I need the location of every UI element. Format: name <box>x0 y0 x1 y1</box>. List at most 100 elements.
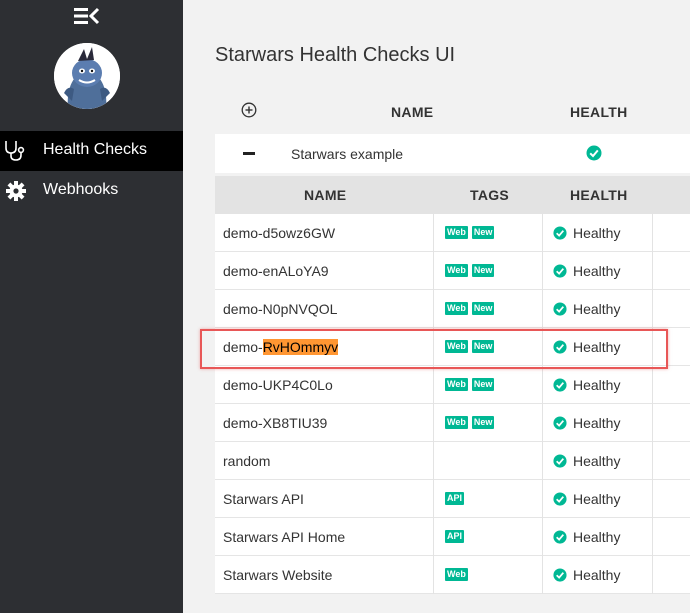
tag-list: Web New <box>445 416 495 429</box>
search-highlight: RvHOmmyv <box>262 339 339 355</box>
tag-badge: Web <box>445 264 468 277</box>
column-divider <box>433 214 434 252</box>
column-divider <box>433 480 434 518</box>
stethoscope-icon <box>3 140 27 162</box>
tag-badge: New <box>471 226 495 239</box>
health-status-label: Healthy <box>573 301 621 317</box>
check-name: demo-XB8TIU39 <box>223 415 328 431</box>
healthy-check-icon <box>553 264 567 278</box>
health-status-label: Healthy <box>573 567 621 583</box>
healthy-check-icon <box>553 568 567 582</box>
tag-list: Web <box>445 568 468 581</box>
table-row[interactable]: demo-RvHOmmyv Web New Healthy <box>215 328 690 366</box>
health-status: Healthy <box>553 263 620 279</box>
tag-badge: Web <box>445 568 468 581</box>
check-name: Starwars API Home <box>223 529 346 545</box>
column-divider <box>433 290 434 328</box>
table-row[interactable]: demo-d5owz6GW Web New Healthy <box>215 214 690 252</box>
avatar <box>54 43 120 109</box>
health-status-label: Healthy <box>573 225 621 241</box>
column-divider <box>433 442 434 480</box>
health-status-label: Healthy <box>573 529 621 545</box>
check-name: demo-enALoYA9 <box>223 263 329 279</box>
tag-badge: New <box>471 302 495 315</box>
check-name: demo-N0pNVQOL <box>223 301 338 317</box>
column-divider <box>652 366 653 404</box>
check-name: Starwars API <box>223 491 304 507</box>
health-status: Healthy <box>553 567 620 583</box>
column-divider <box>542 290 543 328</box>
healthy-check-icon <box>553 416 567 430</box>
table-row[interactable]: demo-XB8TIU39 Web New Healthy <box>215 404 690 442</box>
column-divider <box>542 518 543 556</box>
sidebar-item-webhooks[interactable]: Webhooks <box>0 171 183 211</box>
column-header-name: NAME <box>304 187 347 203</box>
column-divider <box>542 404 543 442</box>
healthy-check-icon <box>586 145 602 161</box>
healthy-check-icon <box>553 340 567 354</box>
column-divider <box>652 518 653 556</box>
column-divider <box>433 328 434 366</box>
collapse-icon[interactable] <box>243 152 255 155</box>
table-row[interactable]: Starwars example <box>215 134 690 173</box>
column-divider <box>652 442 653 480</box>
health-status-label: Healthy <box>573 453 621 469</box>
health-status: Healthy <box>553 491 620 507</box>
column-divider <box>542 480 543 518</box>
sidebar-item-label: Webhooks <box>43 181 119 198</box>
column-divider <box>652 252 653 290</box>
page-title: Starwars Health Checks UI <box>215 44 456 66</box>
column-divider <box>433 556 434 594</box>
table-row[interactable]: demo-enALoYA9 Web New Healthy <box>215 252 690 290</box>
check-name: Starwars Website <box>223 567 333 583</box>
check-name: random <box>223 453 271 469</box>
sidebar: Health Checks Webhooks <box>0 0 183 613</box>
column-divider <box>433 518 434 556</box>
check-name: demo-RvHOmmyv <box>223 339 339 355</box>
health-status-label: Healthy <box>573 339 621 355</box>
column-divider <box>652 480 653 518</box>
table-row[interactable]: Starwars Website Web Healthy <box>215 556 690 594</box>
healthy-check-icon <box>553 454 567 468</box>
sidebar-item-health-checks[interactable]: Health Checks <box>0 131 183 171</box>
table-row[interactable]: demo-UKP4C0Lo Web New Healthy <box>215 366 690 404</box>
healthy-check-icon <box>553 378 567 392</box>
expand-all-icon[interactable] <box>241 102 257 118</box>
tag-badge: Web <box>445 302 468 315</box>
column-divider <box>542 366 543 404</box>
healthy-check-icon <box>553 492 567 506</box>
tag-badge: New <box>471 416 495 429</box>
healthy-check-icon <box>553 530 567 544</box>
tag-list: Web New <box>445 226 495 239</box>
menu-collapse-icon[interactable] <box>74 6 100 26</box>
column-divider <box>542 556 543 594</box>
outer-table-header: NAME HEALTH <box>215 90 690 134</box>
health-status: Healthy <box>553 453 620 469</box>
tag-list: Web New <box>445 378 495 391</box>
health-status-label: Healthy <box>573 415 621 431</box>
table-row[interactable]: demo-N0pNVQOL Web New Healthy <box>215 290 690 328</box>
table-row[interactable]: Starwars API Home API Healthy <box>215 518 690 556</box>
column-divider <box>542 442 543 480</box>
tag-list: Web New <box>445 264 495 277</box>
health-status: Healthy <box>553 377 620 393</box>
sidebar-item-label: Health Checks <box>43 141 148 158</box>
healthy-check-icon <box>553 226 567 240</box>
tag-badge: API <box>445 492 465 505</box>
table-row[interactable]: Starwars API API Healthy <box>215 480 690 518</box>
column-divider <box>542 252 543 290</box>
health-status: Healthy <box>553 339 620 355</box>
column-divider <box>652 328 653 366</box>
health-status: Healthy <box>553 415 620 431</box>
tag-list: Web New <box>445 340 495 353</box>
tag-badge: Web <box>445 416 468 429</box>
column-header-health: HEALTH <box>570 187 628 203</box>
health-status: Healthy <box>553 225 620 241</box>
health-status-label: Healthy <box>573 263 621 279</box>
column-divider <box>433 366 434 404</box>
check-name-prefix: demo- <box>223 339 263 355</box>
tag-list: API <box>445 530 465 543</box>
column-divider <box>652 290 653 328</box>
tag-badge: API <box>445 530 465 543</box>
table-row[interactable]: random Healthy <box>215 442 690 480</box>
